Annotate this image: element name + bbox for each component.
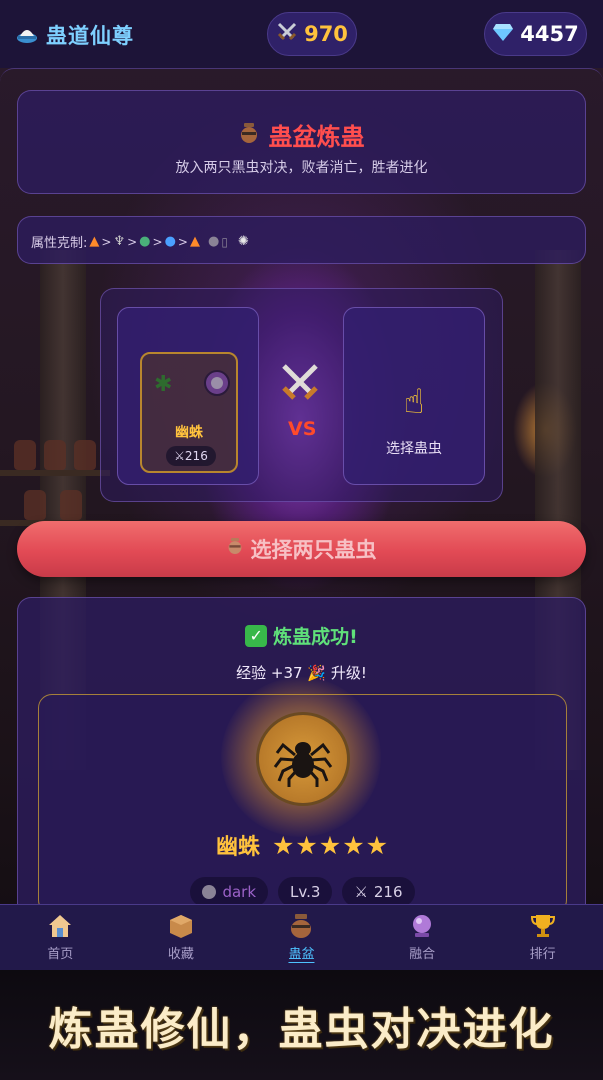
- hat-icon: [14, 22, 40, 48]
- result-title: 炼蛊成功!: [273, 626, 358, 648]
- crossed-swords-icon: [278, 360, 322, 414]
- left-bug-slot[interactable]: ✱ 幽蛛 ⚔216: [117, 307, 259, 485]
- evolved-bug-card: 幽蛛 ★★★★★ dark Lv.3 ⚔ 216: [38, 677, 567, 914]
- top-bar: 蛊道仙尊 970 4457: [0, 0, 603, 68]
- spider-icon: ✱: [154, 372, 173, 397]
- result-panel: ✓ 炼蛊成功! 经验 +37 🎉 升级! 幽蛛 ★★★★★ dark Lv.3 …: [17, 597, 586, 927]
- page-title: 蛊盆炼蛊: [268, 123, 365, 151]
- crystal-ball-icon: [409, 911, 435, 941]
- gem-value: 4457: [520, 22, 579, 46]
- bottom-nav: 首页 收藏 蛊盆 融合 排行: [0, 904, 603, 970]
- choose-bug-label: 选择蛊虫: [386, 441, 442, 457]
- level-tag: Lv.3: [278, 877, 333, 907]
- selected-bug-card[interactable]: ✱ 幽蛛 ⚔216: [140, 352, 238, 473]
- urn-icon: [239, 122, 259, 148]
- vs-label: VS: [288, 418, 317, 440]
- nav-item-ranking[interactable]: 排行: [482, 905, 603, 970]
- right-bug-slot[interactable]: ☝ 选择蛊虫: [343, 307, 485, 485]
- water-drop-icon: ●: [164, 234, 176, 249]
- crossed-swords-icon: ⚔: [354, 883, 368, 901]
- diamond-icon: [492, 22, 514, 47]
- page-subtitle: 放入两只黑虫对决，败者消亡，胜者进化: [175, 160, 428, 176]
- trophy-icon: [530, 911, 556, 941]
- nav-item-pot[interactable]: 蛊盆: [241, 905, 362, 970]
- globe-icon: ●: [139, 234, 151, 249]
- dark-element-icon: [204, 370, 230, 396]
- box-icon: [168, 911, 194, 941]
- bug-name: 幽蛛: [175, 425, 203, 441]
- dark-orb-icon: [202, 885, 217, 899]
- bug-attack-badge: ⚔216: [166, 446, 216, 466]
- relations-label: 属性克制:: [31, 236, 88, 251]
- dark-orb-icon: ●: [207, 234, 220, 249]
- urn-icon: [227, 537, 243, 561]
- select-two-bugs-button[interactable]: 选择两只蛊虫: [17, 521, 586, 577]
- checkmark-icon: ✓: [245, 624, 268, 647]
- attack-tag: ⚔ 216: [342, 877, 415, 907]
- chalice-icon: ♆: [113, 234, 126, 249]
- element-tag: dark: [190, 877, 269, 907]
- pot-icon: [289, 911, 313, 941]
- fire-icon: ▲: [89, 234, 100, 249]
- pointing-hand-icon: ☝: [403, 382, 425, 422]
- nav-item-fusion[interactable]: 融合: [362, 905, 483, 970]
- evolved-bug-name: 幽蛛: [215, 835, 260, 860]
- power-counter[interactable]: 970: [267, 12, 357, 56]
- star-rating: ★★★★★: [271, 830, 390, 860]
- element-relations-bar: 属性克制: ▲ > ♆ > ● > ● > ▲ ● ▯ ✺: [17, 216, 586, 264]
- app-title-group: 蛊道仙尊: [14, 20, 134, 50]
- bug-medallion: [256, 712, 350, 806]
- promo-banner: 炼蛊修仙，蛊虫对决进化: [0, 970, 603, 1080]
- crossed-swords-icon: [276, 21, 298, 48]
- sun-icon: ✺: [237, 234, 249, 249]
- gem-counter[interactable]: 4457: [484, 12, 587, 56]
- nav-item-collection[interactable]: 收藏: [121, 905, 242, 970]
- promo-banner-text: 炼蛊修仙，蛊虫对决进化: [48, 1004, 555, 1055]
- house-icon: [47, 911, 73, 941]
- header-panel: 蛊盆炼蛊 放入两只黑虫对决，败者消亡，胜者进化: [17, 90, 586, 194]
- app-title: 蛊道仙尊: [46, 24, 134, 48]
- action-button-label: 选择两只蛊虫: [250, 539, 377, 562]
- nav-item-home[interactable]: 首页: [0, 905, 121, 970]
- fire-icon: ▲: [189, 234, 200, 249]
- power-value: 970: [304, 22, 348, 46]
- spider-icon: [271, 725, 335, 793]
